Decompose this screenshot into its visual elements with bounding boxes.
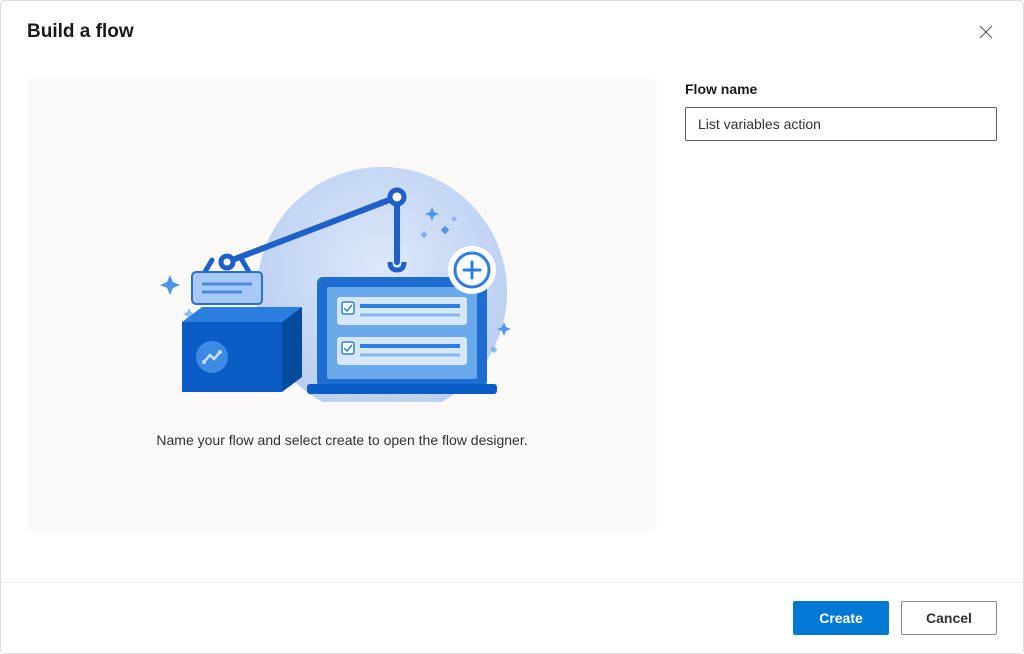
build-flow-dialog: Build a flow (0, 0, 1024, 654)
dialog-header: Build a flow (1, 1, 1023, 55)
close-button[interactable] (975, 21, 997, 47)
illustration-description: Name your flow and select create to open… (156, 432, 527, 448)
flow-name-input[interactable] (685, 107, 997, 141)
dialog-footer: Create Cancel (1, 582, 1023, 653)
cancel-button[interactable]: Cancel (901, 601, 997, 635)
create-button[interactable]: Create (793, 601, 889, 635)
illustration-panel: Name your flow and select create to open… (27, 79, 657, 531)
form-panel: Flow name (685, 79, 997, 582)
flow-illustration (152, 162, 532, 402)
dialog-content: Name your flow and select create to open… (1, 55, 1023, 582)
flow-name-label: Flow name (685, 81, 997, 97)
dialog-title: Build a flow (27, 21, 134, 43)
close-icon (979, 26, 993, 43)
